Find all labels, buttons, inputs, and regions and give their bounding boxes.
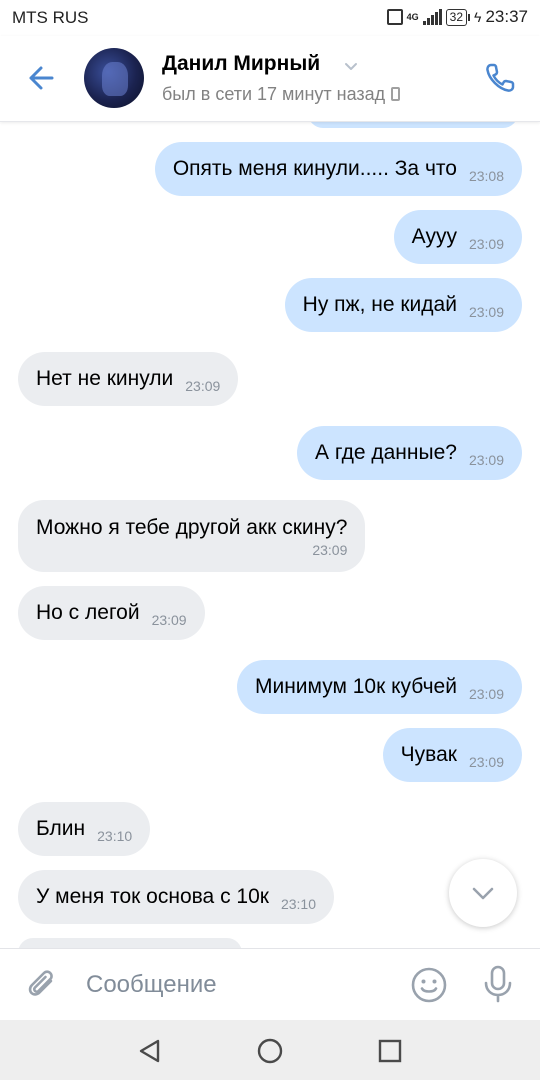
message-list[interactable]: Опять меня кинули..... За что 23:08 Аууу… xyxy=(0,122,540,948)
attach-button[interactable] xyxy=(24,966,62,1004)
circle-home-icon[interactable] xyxy=(256,1037,284,1065)
message-time: 23:09 xyxy=(468,686,504,702)
message-bubble-incoming[interactable]: Нет не кинули 23:09 xyxy=(18,352,239,406)
avatar[interactable] xyxy=(84,48,144,108)
message-text: Чувак xyxy=(400,743,457,766)
message-time: 23:09 xyxy=(185,378,221,394)
message-bubble-partial[interactable] xyxy=(18,938,242,948)
emoji-button[interactable] xyxy=(410,966,448,1004)
message-time: 23:09 xyxy=(468,754,504,770)
message-time: 23:09 xyxy=(312,542,348,558)
carrier-name: MTS RUS xyxy=(12,8,89,27)
message-bubble-outgoing[interactable]: Минимум 10к кубчей 23:09 xyxy=(236,660,522,714)
back-button[interactable] xyxy=(22,58,62,98)
status-bar: MTS RUS 4G 32 ϟ 23:37 xyxy=(0,0,540,36)
charging-icon: ϟ xyxy=(474,9,482,25)
message-text: Опять меня кинули..... За что xyxy=(172,157,457,180)
signal-icon xyxy=(422,9,442,25)
call-button[interactable] xyxy=(480,58,520,98)
message-text: Ну пж, не кидай xyxy=(302,293,457,316)
message-bubble-incoming[interactable]: У меня ток основа с 10к 23:10 xyxy=(18,870,334,924)
message-bubble-incoming[interactable]: Блин 23:10 xyxy=(18,802,151,856)
message-bubble-incoming[interactable]: Но с легой 23:09 xyxy=(18,586,205,640)
message-time: 23:10 xyxy=(280,896,316,912)
message-input[interactable] xyxy=(86,967,386,1003)
message-bubble-outgoing[interactable]: А где данные? 23:09 xyxy=(297,426,522,480)
message-text: А где данные? xyxy=(315,441,457,464)
message-bubble-outgoing[interactable]: Ну пж, не кидай 23:09 xyxy=(284,278,522,332)
triangle-back-icon[interactable] xyxy=(136,1037,164,1065)
message-text: Можно я тебе другой акк скину? xyxy=(36,516,348,539)
message-text: У меня ток основа с 10к xyxy=(36,885,269,908)
message-text: Но с легой xyxy=(36,601,140,624)
contact-name[interactable]: Данил Мирный xyxy=(162,52,320,76)
message-time: 23:10 xyxy=(97,828,133,844)
phone-icon xyxy=(486,63,515,92)
contact-status: был в сети 17 минут назад xyxy=(162,84,401,105)
smiley-icon xyxy=(411,967,447,1003)
arrow-left-icon xyxy=(29,66,54,90)
message-composer xyxy=(0,948,540,1020)
message-bubble-incoming[interactable]: Можно я тебе другой акк скину? 23:09 xyxy=(18,500,366,572)
message-time: 23:09 xyxy=(468,304,504,320)
battery-icon: 32 xyxy=(445,8,471,26)
paperclip-icon xyxy=(28,970,53,996)
square-recents-icon[interactable] xyxy=(377,1038,403,1064)
system-nav-bar xyxy=(0,1020,540,1080)
message-bubble-outgoing[interactable]: Чувак 23:09 xyxy=(382,728,522,782)
message-bubble-outgoing[interactable]: Аууу 23:09 xyxy=(393,210,522,264)
battery-level: 32 xyxy=(445,8,468,26)
scroll-down-button[interactable] xyxy=(449,859,517,927)
network-type: 4G xyxy=(406,11,419,22)
message-bubble-outgoing[interactable]: Опять меня кинули..... За что 23:08 xyxy=(154,142,522,196)
message-time: 23:09 xyxy=(151,612,187,628)
message-text: Аууу xyxy=(411,225,457,248)
last-seen-text: был в сети 17 минут назад xyxy=(162,84,386,104)
system-icons: 4G 32 ϟ 23:37 xyxy=(386,7,528,27)
message-time: 23:09 xyxy=(468,452,504,468)
chevron-down-icon xyxy=(472,887,494,900)
message-time: 23:08 xyxy=(468,168,504,184)
mobile-icon xyxy=(391,87,401,101)
message-time: 23:09 xyxy=(468,236,504,252)
vibrate-icon xyxy=(386,9,403,25)
clock: 23:37 xyxy=(485,7,528,26)
message-text: Нет не кинули xyxy=(36,367,174,390)
voice-message-button[interactable] xyxy=(480,964,516,1004)
chevron-down-icon[interactable] xyxy=(343,58,359,74)
microphone-icon xyxy=(484,965,512,1003)
message-bubble-partial[interactable] xyxy=(308,122,518,128)
chat-header: Данил Мирный был в сети 17 минут назад xyxy=(0,36,540,122)
message-text: Минимум 10к кубчей xyxy=(254,675,457,698)
message-text: Блин xyxy=(36,817,86,840)
